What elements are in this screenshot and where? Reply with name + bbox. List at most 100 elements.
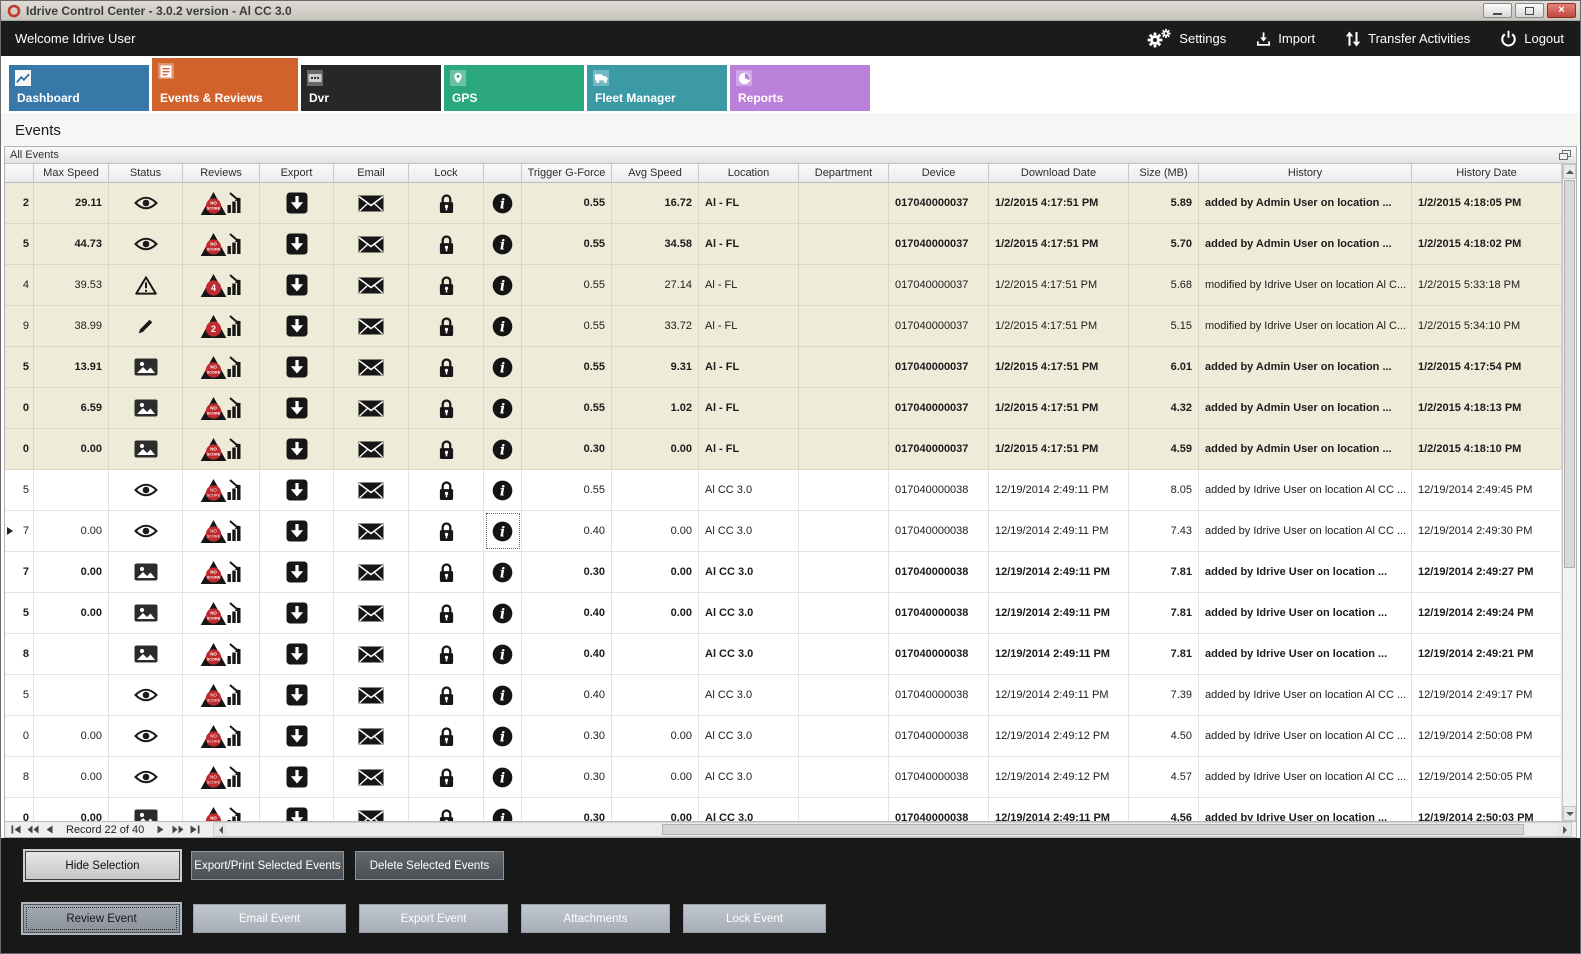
export-cell[interactable] — [260, 470, 334, 510]
info-cell[interactable]: i — [484, 757, 522, 797]
info-cell[interactable]: i — [484, 675, 522, 715]
table-row[interactable]: 5 13.91 NO SCORE — [5, 347, 1562, 388]
column-header[interactable]: History Date — [1412, 164, 1562, 182]
lock-cell[interactable] — [409, 470, 484, 510]
table-row[interactable]: 0 6.59 NO SCORE — [5, 388, 1562, 429]
email-cell[interactable] — [334, 470, 409, 510]
column-header[interactable]: Device — [889, 164, 989, 182]
email-cell[interactable] — [334, 593, 409, 633]
email-cell[interactable] — [334, 306, 409, 346]
reviews-cell[interactable]: NO SCORE — [183, 716, 260, 756]
vertical-scrollbar[interactable] — [1562, 164, 1576, 821]
reviews-cell[interactable]: NO SCORE — [183, 634, 260, 674]
reviews-cell[interactable]: NO SCORE — [183, 388, 260, 428]
info-cell[interactable]: i — [484, 183, 522, 223]
export-cell[interactable] — [260, 388, 334, 428]
lock-cell[interactable] — [409, 429, 484, 469]
prev-page-button[interactable] — [24, 823, 41, 836]
email-cell[interactable] — [334, 511, 409, 551]
column-header[interactable]: Lock — [409, 164, 484, 182]
email-cell[interactable] — [334, 183, 409, 223]
maximize-button[interactable] — [1515, 3, 1544, 18]
info-cell[interactable]: i — [484, 224, 522, 264]
lock-cell[interactable] — [409, 716, 484, 756]
tab-fleet-manager[interactable]: Fleet Manager — [587, 65, 727, 111]
info-cell[interactable]: i — [484, 388, 522, 428]
table-row[interactable]: 7 0.00 NO SCORE — [5, 552, 1562, 593]
reviews-cell[interactable]: NO SCORE 2 — [183, 306, 260, 346]
import-button[interactable]: Import — [1256, 31, 1315, 47]
column-header[interactable]: Email — [334, 164, 409, 182]
column-header[interactable]: Download Date — [989, 164, 1129, 182]
export-cell[interactable] — [260, 347, 334, 387]
export-cell[interactable] — [260, 224, 334, 264]
column-header[interactable] — [5, 164, 34, 182]
reviews-cell[interactable]: NO SCORE — [183, 593, 260, 633]
lock-cell[interactable] — [409, 757, 484, 797]
reviews-cell[interactable]: NO SCORE — [183, 224, 260, 264]
reviews-cell[interactable]: NO SCORE — [183, 552, 260, 592]
table-row[interactable]: 0 0.00 NO SCORE — [5, 716, 1562, 757]
email-cell[interactable] — [334, 798, 409, 821]
table-row[interactable]: 5 NO SCORE — [5, 675, 1562, 716]
info-cell[interactable]: i — [484, 511, 522, 551]
reviews-cell[interactable]: NO SCORE — [183, 757, 260, 797]
export-cell[interactable] — [260, 593, 334, 633]
lock-cell[interactable] — [409, 224, 484, 264]
lock-cell[interactable] — [409, 347, 484, 387]
export-cell[interactable] — [260, 306, 334, 346]
reviews-cell[interactable]: NO SCORE — [183, 798, 260, 821]
lock-cell[interactable] — [409, 634, 484, 674]
tab-dvr[interactable]: Dvr — [301, 65, 441, 111]
vertical-scroll-thumb[interactable] — [1564, 180, 1575, 568]
table-row[interactable]: 0 0.00 NO SCORE — [5, 798, 1562, 821]
next-page-button[interactable] — [169, 823, 186, 836]
scroll-down-arrow[interactable] — [1563, 806, 1576, 821]
email-cell[interactable] — [334, 634, 409, 674]
tab-reports[interactable]: Reports — [730, 65, 870, 111]
export-print-selected-button[interactable]: Export/Print Selected Events — [191, 851, 344, 880]
export-event-button[interactable]: Export Event — [359, 904, 508, 933]
lock-cell[interactable] — [409, 593, 484, 633]
delete-selected-button[interactable]: Delete Selected Events — [355, 851, 504, 880]
lock-cell[interactable] — [409, 306, 484, 346]
export-cell[interactable] — [260, 757, 334, 797]
table-row[interactable]: 5 NO SCORE — [5, 470, 1562, 511]
table-row[interactable]: 2 29.11 NO SCORE — [5, 183, 1562, 224]
prev-record-button[interactable] — [41, 823, 58, 836]
tab-gps[interactable]: GPS — [444, 65, 584, 111]
info-cell[interactable]: i — [484, 716, 522, 756]
reviews-cell[interactable]: NO SCORE — [183, 470, 260, 510]
transfer-activities-button[interactable]: Transfer Activities — [1345, 31, 1470, 47]
export-cell[interactable] — [260, 429, 334, 469]
lock-cell[interactable] — [409, 388, 484, 428]
email-cell[interactable] — [334, 716, 409, 756]
scroll-left-arrow[interactable] — [214, 823, 227, 836]
email-cell[interactable] — [334, 388, 409, 428]
reviews-cell[interactable]: NO SCORE 4 — [183, 265, 260, 305]
email-cell[interactable] — [334, 265, 409, 305]
export-cell[interactable] — [260, 552, 334, 592]
minimize-button[interactable] — [1483, 3, 1512, 18]
info-cell[interactable]: i — [484, 306, 522, 346]
horizontal-scrollbar[interactable] — [213, 822, 1572, 837]
export-cell[interactable] — [260, 265, 334, 305]
info-cell[interactable]: i — [484, 552, 522, 592]
lock-cell[interactable] — [409, 552, 484, 592]
lock-cell[interactable] — [409, 798, 484, 821]
email-cell[interactable] — [334, 347, 409, 387]
column-header[interactable]: Reviews — [183, 164, 260, 182]
email-cell[interactable] — [334, 429, 409, 469]
tab-dashboard[interactable]: Dashboard — [9, 65, 149, 111]
reviews-cell[interactable]: NO SCORE — [183, 675, 260, 715]
reviews-cell[interactable]: NO SCORE — [183, 183, 260, 223]
reviews-cell[interactable]: NO SCORE — [183, 347, 260, 387]
table-row[interactable]: 5 0.00 NO SCORE — [5, 593, 1562, 634]
export-cell[interactable] — [260, 511, 334, 551]
table-row[interactable]: 8 0.00 NO SCORE — [5, 757, 1562, 798]
email-event-button[interactable]: Email Event — [193, 904, 346, 933]
info-cell[interactable]: i — [484, 798, 522, 821]
info-cell[interactable]: i — [484, 429, 522, 469]
lock-cell[interactable] — [409, 183, 484, 223]
scroll-up-arrow[interactable] — [1563, 164, 1576, 179]
